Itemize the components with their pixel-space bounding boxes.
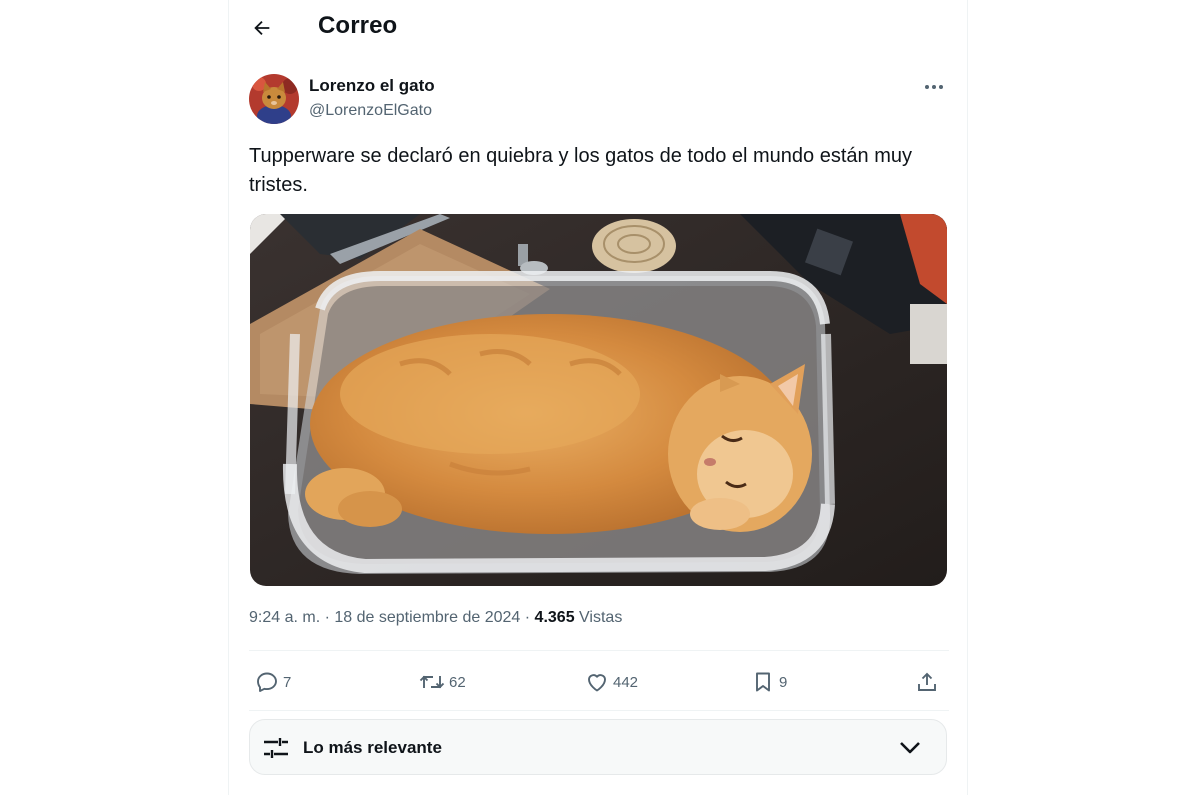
divider	[249, 650, 949, 651]
like-button[interactable]: 442	[585, 662, 638, 702]
back-button[interactable]	[245, 11, 279, 45]
views-label: Vistas	[579, 609, 623, 626]
views-count[interactable]: 4.365	[535, 609, 575, 626]
sort-label: Lo más relevante	[303, 738, 442, 757]
author-name[interactable]: Lorenzo el gato	[309, 76, 435, 96]
tweet-actions: 7 62 442 9	[249, 662, 949, 702]
meta-separator: ·	[524, 609, 531, 626]
meta-separator: ·	[324, 609, 330, 626]
reply-button[interactable]: 7	[255, 662, 291, 702]
bookmark-count: 9	[779, 673, 788, 691]
bookmark-icon	[756, 672, 770, 692]
top-bar: Correo	[229, 0, 969, 54]
reply-icon	[257, 672, 277, 692]
arrow-left-icon	[254, 20, 270, 36]
tweet-meta: 9:24 a. m. · 18 de septiembre de 2024 · …	[249, 609, 622, 627]
tweet-date[interactable]: 18 de septiembre de 2024	[334, 609, 520, 626]
tweet-time[interactable]: 9:24 a. m.	[249, 609, 320, 626]
heart-icon	[588, 674, 606, 692]
chevron-down-icon	[900, 742, 920, 754]
tweet-media[interactable]	[250, 214, 947, 586]
page-title: Correo	[318, 12, 398, 39]
repost-icon	[419, 675, 445, 689]
avatar-image	[249, 74, 299, 124]
tweet-text: Tupperware se declaró en quiebra y los g…	[249, 145, 912, 196]
share-icon	[918, 672, 936, 691]
sliders-icon	[264, 738, 288, 758]
cat-photo	[250, 214, 947, 586]
more-options-button[interactable]	[919, 74, 949, 100]
tweet-detail-column: Correo Lorenzo el gato @LorenzoElGato Tu…	[228, 0, 968, 795]
repost-count: 62	[449, 673, 466, 691]
avatar[interactable]	[249, 74, 299, 124]
author-handle[interactable]: @LorenzoElGato	[309, 102, 432, 120]
reply-count: 7	[283, 673, 292, 691]
bookmark-button[interactable]: 9	[751, 662, 787, 702]
share-button[interactable]	[915, 662, 939, 702]
like-count: 442	[613, 673, 639, 691]
more-icon	[925, 85, 943, 89]
repost-button[interactable]: 62	[419, 662, 466, 702]
divider	[249, 710, 949, 711]
sort-replies-dropdown[interactable]: Lo más relevante	[249, 719, 947, 775]
